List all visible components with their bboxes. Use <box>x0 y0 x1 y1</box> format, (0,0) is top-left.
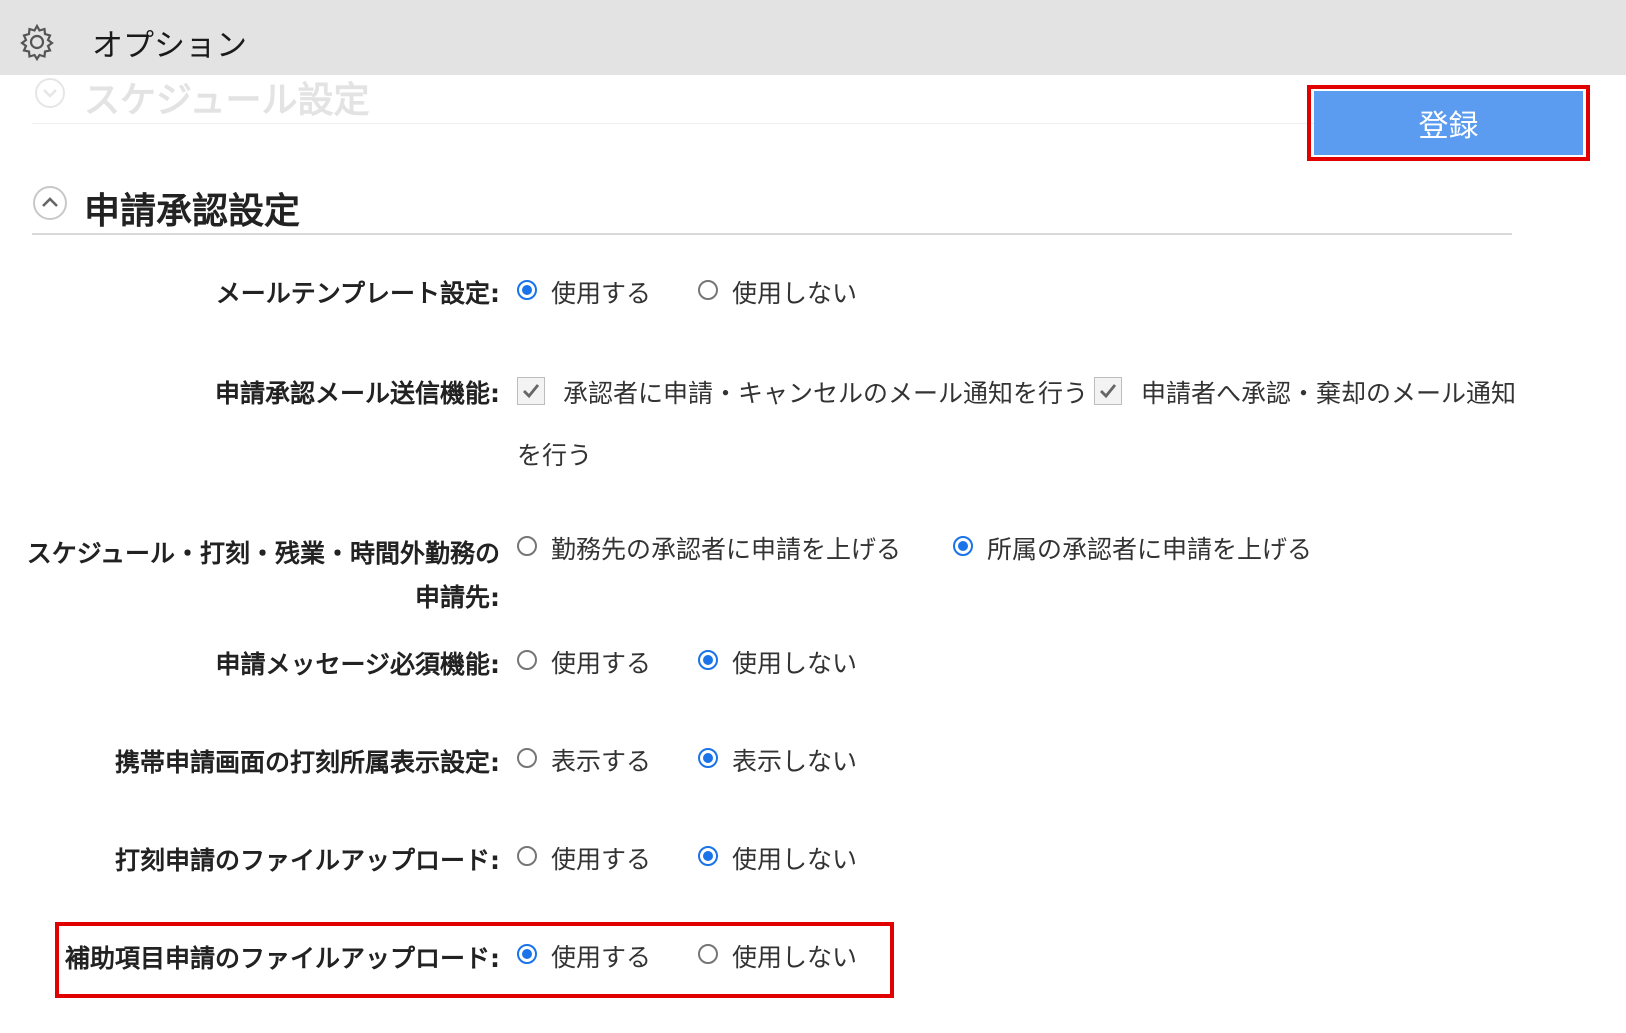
aux-upload-use-radio[interactable] <box>517 944 537 964</box>
mail-template-label: メールテンプレート設定: <box>215 279 500 308</box>
mobile-display-hide-radio[interactable] <box>698 748 718 768</box>
mail-template-nouse-label[interactable]: 使用しない <box>732 274 857 310</box>
mail-template-nouse-radio[interactable] <box>698 280 718 300</box>
message-required-use-label[interactable]: 使用する <box>551 644 651 680</box>
notify-approver-label[interactable]: 承認者に申請・キャンセルのメール通知を行う <box>563 374 1088 410</box>
window-title: オプション <box>92 28 247 64</box>
schedule-section-title: スケジュール設定 <box>84 80 370 121</box>
stamp-upload-nouse-radio[interactable] <box>698 846 718 866</box>
mobile-display-show-radio[interactable] <box>517 748 537 768</box>
divider <box>32 123 1512 124</box>
chevron-up-icon[interactable] <box>32 185 68 221</box>
stamp-upload-label: 打刻申請のファイルアップロード: <box>115 846 500 875</box>
aux-upload-label: 補助項目申請のファイルアップロード: <box>65 944 500 973</box>
stamp-upload-use-radio[interactable] <box>517 846 537 866</box>
apply-to-workplace-radio[interactable] <box>517 536 537 556</box>
notify-applicant-label-cont[interactable]: を行う <box>517 436 592 472</box>
aux-upload-nouse-radio[interactable] <box>698 944 718 964</box>
approval-section-title: 申請承認設定 <box>84 191 301 232</box>
gear-icon <box>20 23 54 62</box>
apply-to-affiliation-radio[interactable] <box>953 536 973 556</box>
mobile-display-label: 携帯申請画面の打刻所属表示設定: <box>115 748 500 777</box>
apply-to-affiliation-label[interactable]: 所属の承認者に申請を上げる <box>987 530 1312 566</box>
stamp-upload-nouse-label[interactable]: 使用しない <box>732 840 857 876</box>
notify-approver-checkbox[interactable] <box>517 377 545 405</box>
message-required-label: 申請メッセージ必須機能: <box>215 650 501 679</box>
apply-to-label-line1: スケジュール・打刻・残業・時間外勤務の <box>26 539 500 568</box>
mail-template-use-label[interactable]: 使用する <box>551 274 651 310</box>
window-title-bar: オプション <box>0 0 1626 75</box>
chevron-down-icon[interactable] <box>34 77 66 109</box>
check-icon <box>1100 384 1117 399</box>
register-button[interactable]: 登録 <box>1314 91 1583 155</box>
aux-upload-use-label[interactable]: 使用する <box>551 938 651 974</box>
message-required-nouse-radio[interactable] <box>698 650 718 670</box>
mobile-display-show-label[interactable]: 表示する <box>551 742 651 778</box>
message-required-nouse-label[interactable]: 使用しない <box>732 644 857 680</box>
message-required-use-radio[interactable] <box>517 650 537 670</box>
stamp-upload-use-label[interactable]: 使用する <box>551 840 651 876</box>
mail-template-use-radio[interactable] <box>517 280 537 300</box>
apply-to-label-line2: 申請先: <box>415 583 500 612</box>
apply-to-workplace-label[interactable]: 勤務先の承認者に申請を上げる <box>551 530 901 566</box>
check-icon <box>523 384 540 399</box>
section-divider <box>32 233 1512 235</box>
notify-applicant-label[interactable]: 申請者へ承認・棄却のメール通知 <box>1141 374 1516 410</box>
mobile-display-hide-label[interactable]: 表示しない <box>732 742 857 778</box>
aux-upload-nouse-label[interactable]: 使用しない <box>732 938 857 974</box>
mail-send-label: 申請承認メール送信機能: <box>215 379 500 408</box>
notify-applicant-checkbox[interactable] <box>1094 377 1122 405</box>
schedule-section-header[interactable]: スケジュール設定 <box>32 75 1512 125</box>
